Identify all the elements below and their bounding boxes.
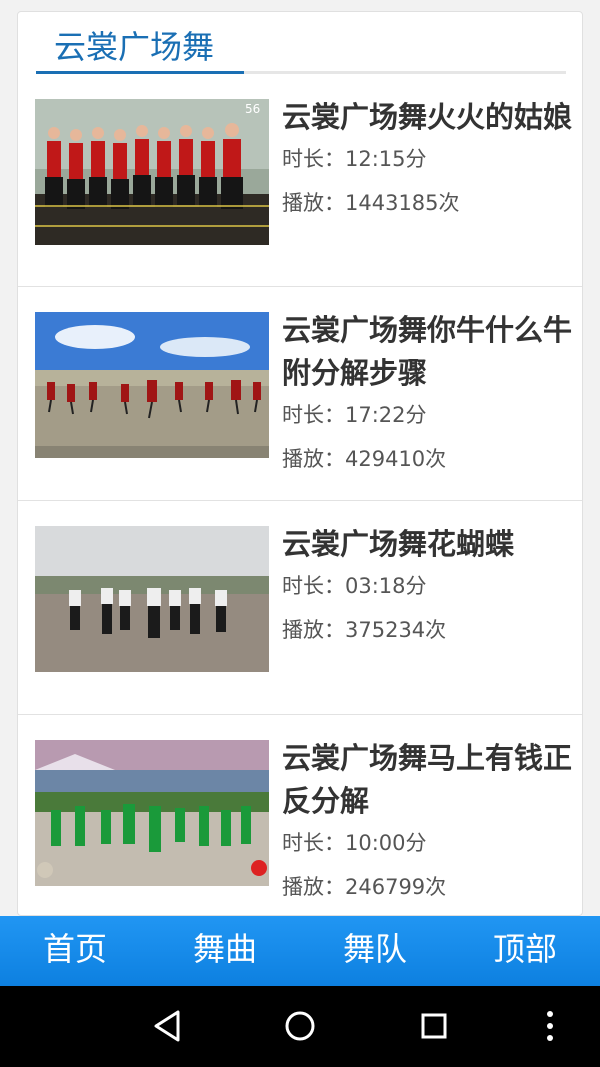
list-item[interactable]: 云裳广场舞马上有钱正反分解 时长：10:00分 播放：246799次: [18, 715, 582, 915]
video-plays: 播放：375234次: [282, 618, 447, 642]
video-info: 云裳广场舞马上有钱正反分解 时长：10:00分 播放：246799次: [282, 737, 572, 901]
tab-teams[interactable]: 舞队: [300, 916, 450, 986]
video-title[interactable]: 云裳广场舞你牛什么牛 附分解步骤: [282, 309, 572, 395]
tab-home[interactable]: 首页: [0, 916, 150, 986]
video-thumbnail[interactable]: [35, 312, 269, 458]
list-item[interactable]: 云裳广场舞花蝴蝶 时长：03:18分 播放：375234次: [18, 501, 582, 715]
video-duration: 时长：17:22分: [282, 403, 427, 427]
video-title[interactable]: 云裳广场舞火火的姑娘: [282, 96, 572, 139]
video-info: 云裳广场舞火火的姑娘 时长：12:15分 播放：1443185次: [282, 96, 572, 217]
dancers-green-thumbnail: [35, 740, 269, 886]
video-duration: 时长：10:00分: [282, 831, 427, 855]
recents-square-icon[interactable]: [416, 1008, 452, 1044]
video-thumbnail[interactable]: [35, 526, 269, 672]
system-navigation-bar: [0, 986, 600, 1067]
list-item[interactable]: 56 云裳广场舞火火的姑娘 时长：12:15分 播放：1443185次: [18, 74, 582, 287]
bottom-tab-bar: 首页 舞曲 舞队 顶部: [0, 916, 600, 986]
home-circle-icon[interactable]: [282, 1008, 318, 1044]
dancers-red-thumbnail: 56: [35, 99, 269, 245]
tab-top[interactable]: 顶部: [450, 916, 600, 986]
video-info: 云裳广场舞你牛什么牛 附分解步骤 时长：17:22分 播放：429410次: [282, 309, 572, 473]
list-item[interactable]: 云裳广场舞你牛什么牛 附分解步骤 时长：17:22分 播放：429410次: [18, 287, 582, 501]
section-header: 云裳广场舞: [36, 12, 566, 74]
overflow-dots-icon[interactable]: [532, 1008, 568, 1044]
video-thumbnail[interactable]: [35, 740, 269, 886]
dancers-white-thumbnail: [35, 526, 269, 672]
back-triangle-icon[interactable]: [150, 1008, 186, 1044]
video-info: 云裳广场舞花蝴蝶 时长：03:18分 播放：375234次: [282, 523, 572, 644]
dancers-plaza-thumbnail: [35, 312, 269, 458]
video-title[interactable]: 云裳广场舞马上有钱正反分解: [282, 737, 572, 823]
video-duration: 时长：03:18分: [282, 574, 427, 598]
video-plays: 播放：1443185次: [282, 191, 460, 215]
video-plays: 播放：246799次: [282, 875, 447, 899]
video-thumbnail[interactable]: 56: [35, 99, 269, 245]
video-list: 56 云裳广场舞火火的姑娘 时长：12:15分 播放：1443185次 云裳广场…: [18, 74, 582, 915]
video-list-card: 云裳广场舞 56 云裳广场舞火火的姑娘 时长：12:15分 播放：1443185…: [17, 11, 583, 916]
tab-songs[interactable]: 舞曲: [150, 916, 300, 986]
video-plays: 播放：429410次: [282, 447, 447, 471]
video-duration: 时长：12:15分: [282, 147, 427, 171]
thumb-watermark: 56: [245, 102, 260, 116]
video-title[interactable]: 云裳广场舞花蝴蝶: [282, 523, 572, 566]
page-title: 云裳广场舞: [54, 28, 215, 66]
